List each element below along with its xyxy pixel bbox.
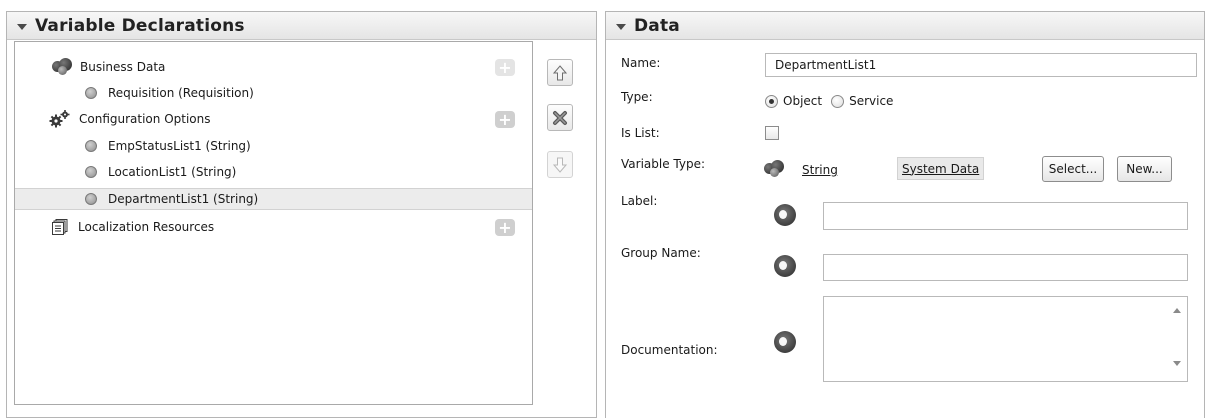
delete-button[interactable] [547, 104, 573, 131]
variable-bullet-icon [85, 193, 97, 205]
label-label: Label: [621, 194, 658, 208]
tree-item-departmentlist1[interactable]: DepartmentList1 (String) [15, 188, 532, 210]
variable-bullet-icon [85, 166, 97, 178]
business-data-icon [52, 58, 72, 76]
localization-globe-icon[interactable] [774, 331, 796, 353]
system-data-link[interactable]: System Data [897, 157, 985, 180]
arrow-up-icon [553, 64, 567, 80]
object-radio-label[interactable]: Object [783, 94, 822, 108]
select-button[interactable]: Select... [1042, 156, 1104, 182]
data-header[interactable]: Data [606, 12, 1204, 40]
tree-item-label: LocationList1 (String) [108, 165, 237, 179]
tree-item-business-data[interactable]: Business Data + [15, 56, 532, 78]
variable-type-link[interactable]: String [802, 163, 838, 177]
localization-resources-icon [52, 219, 68, 235]
tree-item-locationlist1[interactable]: LocationList1 (String) [15, 161, 532, 183]
service-radio[interactable] [831, 94, 845, 108]
panel-title: Variable Declarations [35, 15, 245, 36]
service-radio-label[interactable]: Service [849, 94, 893, 108]
variable-bullet-icon [85, 87, 97, 99]
tree-item-label: Configuration Options [79, 112, 211, 126]
group-name-label: Group Name: [621, 246, 701, 260]
group-name-field[interactable] [823, 254, 1188, 281]
business-data-icon [764, 160, 784, 178]
tree-item-label: EmpStatusList1 (String) [108, 139, 251, 153]
tree-item-label: Requisition (Requisition) [108, 86, 254, 100]
localization-globe-icon[interactable] [774, 204, 796, 226]
tree-item-label: DepartmentList1 (String) [108, 192, 259, 206]
documentation-label: Documentation: [621, 343, 718, 357]
add-localization-resource-button[interactable]: + [495, 219, 515, 236]
delete-x-icon [553, 110, 567, 125]
variable-bullet-icon [85, 140, 97, 152]
new-button[interactable]: New... [1117, 156, 1172, 182]
collapse-triangle-icon[interactable] [17, 23, 27, 30]
scroll-down-icon[interactable] [1173, 361, 1181, 366]
name-value: DepartmentList1 [775, 58, 877, 72]
is-list-label: Is List: [621, 126, 660, 140]
variable-declarations-header[interactable]: Variable Declarations [7, 12, 596, 40]
tree-item-configuration-options[interactable]: Configuration Options + [15, 108, 532, 130]
collapse-triangle-icon[interactable] [616, 23, 626, 30]
tree-item-label: Business Data [80, 60, 166, 74]
tree-item-empstatuslist1[interactable]: EmpStatusList1 (String) [15, 135, 532, 157]
name-field[interactable]: DepartmentList1 [765, 53, 1197, 77]
tree-item-requisition[interactable]: Requisition (Requisition) [15, 82, 532, 104]
arrow-down-icon [553, 157, 567, 173]
add-configuration-option-button[interactable]: + [495, 111, 515, 128]
configuration-gears-icon [49, 110, 71, 128]
localization-globe-icon[interactable] [774, 255, 796, 277]
is-list-checkbox[interactable] [765, 126, 779, 140]
documentation-textarea[interactable] [823, 296, 1188, 382]
move-up-button[interactable] [547, 59, 573, 86]
move-down-button[interactable] [547, 151, 573, 178]
new-button-label: New... [1126, 162, 1163, 176]
label-field[interactable] [823, 202, 1188, 230]
panel-title: Data [634, 15, 680, 36]
variables-tree: Business Data + Requisition (Requisition… [14, 41, 533, 405]
object-radio[interactable] [765, 94, 778, 108]
name-label: Name: [621, 56, 661, 70]
add-business-data-button[interactable]: + [495, 59, 515, 76]
type-radio-group: Object Service [765, 94, 893, 108]
select-button-label: Select... [1048, 162, 1098, 176]
scroll-up-icon[interactable] [1173, 308, 1181, 313]
variable-type-label: Variable Type: [621, 157, 706, 171]
tree-item-localization-resources[interactable]: Localization Resources + [15, 216, 532, 238]
tree-item-label: Localization Resources [78, 220, 215, 234]
system-data-text: System Data [902, 161, 980, 176]
type-label: Type: [621, 90, 653, 104]
